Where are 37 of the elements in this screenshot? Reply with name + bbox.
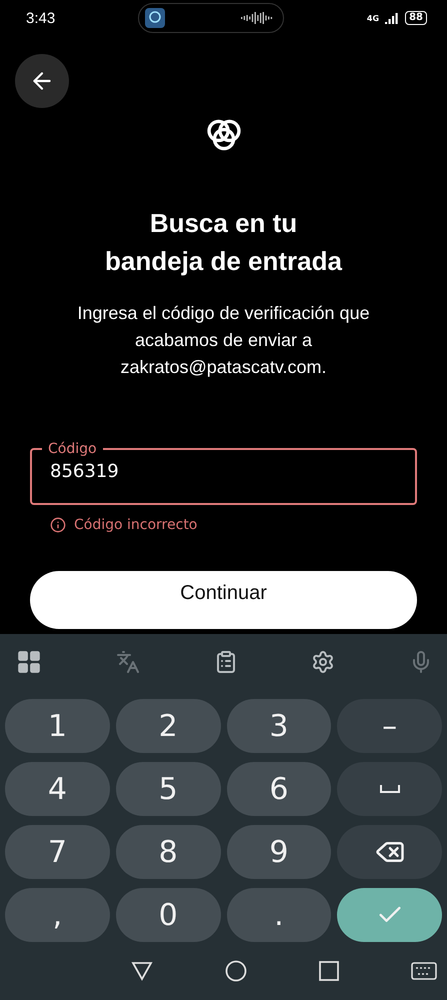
error-icon <box>50 517 66 533</box>
app-icon <box>145 8 166 28</box>
back-triangle-icon[interactable] <box>130 961 152 981</box>
key[interactable]: 7 <box>5 825 110 879</box>
enter-key[interactable] <box>337 888 442 942</box>
key[interactable]: . <box>226 888 332 942</box>
battery-level: 88 <box>405 11 427 25</box>
key[interactable]: , <box>5 888 110 942</box>
waveform-icon <box>241 11 274 25</box>
back-button[interactable] <box>15 54 69 108</box>
key[interactable]: 6 <box>226 762 332 816</box>
key[interactable]: 4 <box>5 762 110 816</box>
continue-button[interactable]: Continuar <box>30 571 417 629</box>
instruction-text: Ingresa el código de verificación que acabamos de enviar a zakratos@patascatv.com. <box>76 302 371 379</box>
key[interactable]: 1 <box>5 699 110 753</box>
field-value: 856319 <box>50 461 119 482</box>
key[interactable]: 2 <box>116 699 220 753</box>
settings-icon[interactable] <box>311 650 336 674</box>
network-label: 4G <box>366 14 380 22</box>
page-title: Busca en tu bandeja de entrada <box>104 207 344 278</box>
field-label: Código <box>47 441 98 457</box>
key[interactable]: – <box>337 699 442 753</box>
key[interactable]: 3 <box>226 699 332 753</box>
translate-icon[interactable] <box>116 650 140 674</box>
keyboard-icon[interactable] <box>410 962 436 980</box>
code-field[interactable]: Código 856319 <box>30 441 417 505</box>
key[interactable]: 9 <box>226 825 332 879</box>
key[interactable]: 8 <box>116 825 220 879</box>
key[interactable]: 0 <box>116 888 220 942</box>
signal-icon <box>385 12 400 24</box>
error-message: Código incorrecto <box>74 517 198 533</box>
recents-square-icon[interactable] <box>318 961 338 981</box>
space-icon <box>378 784 401 794</box>
home-circle-icon[interactable] <box>224 960 246 982</box>
apps-grid-icon[interactable] <box>16 649 42 675</box>
status-time: 3:43 <box>26 10 56 26</box>
key[interactable]: 5 <box>116 762 220 816</box>
